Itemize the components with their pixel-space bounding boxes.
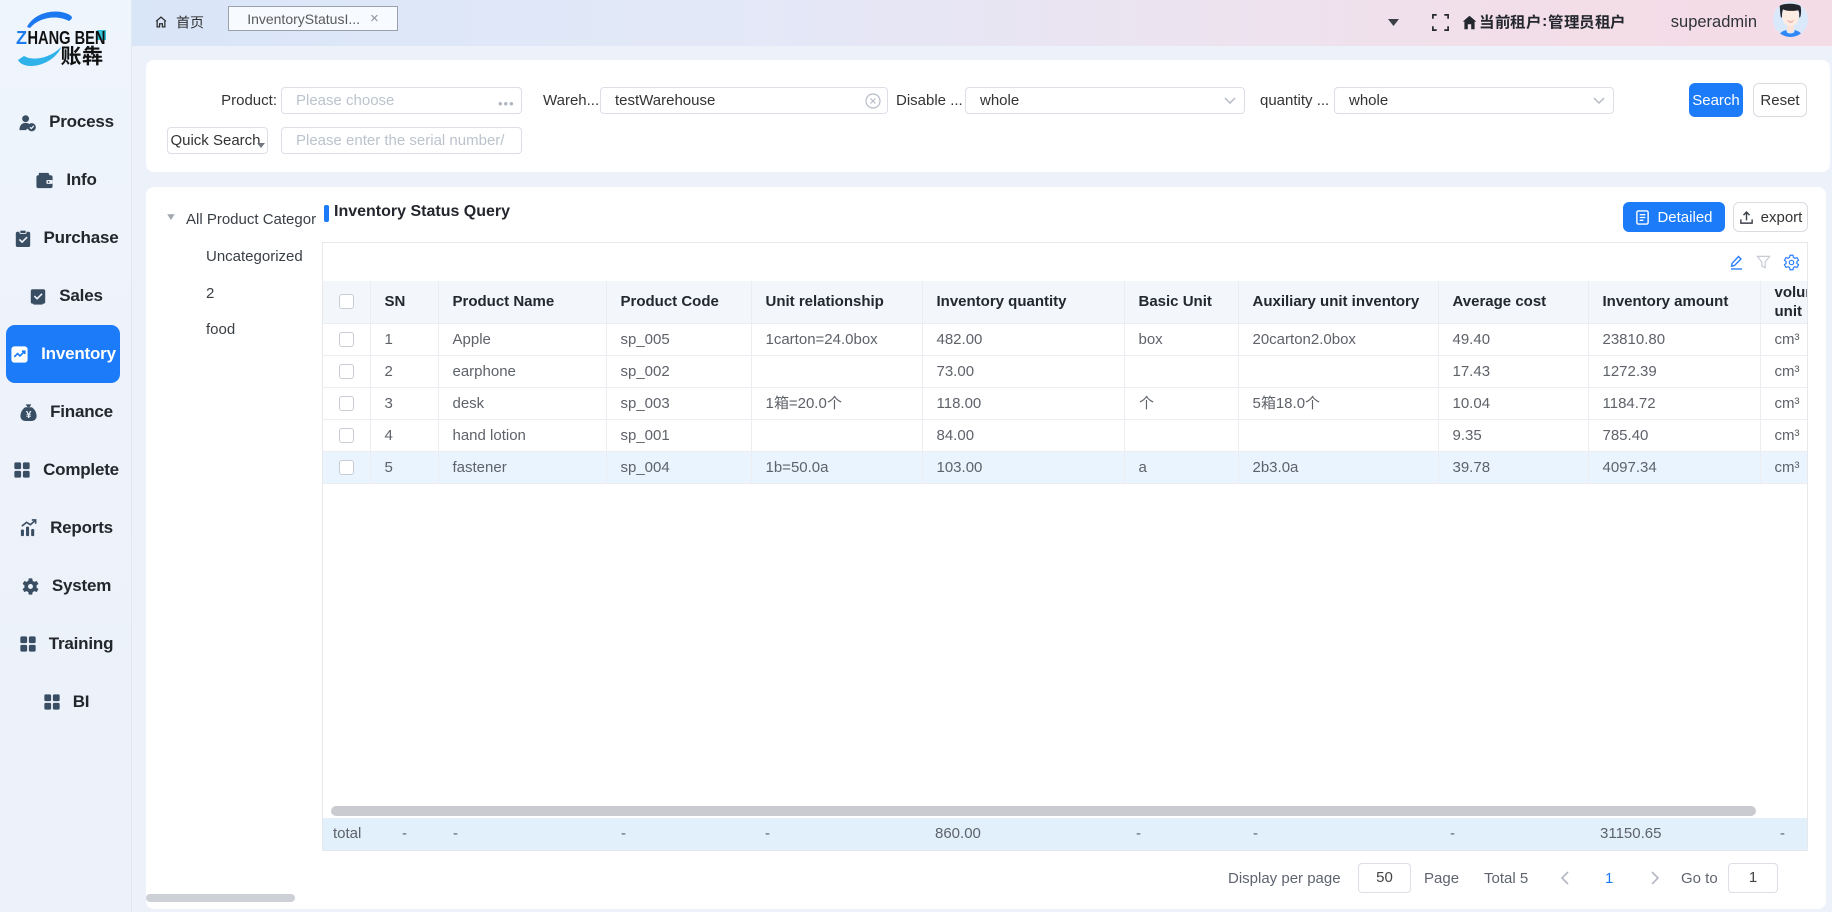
- svg-text:¥: ¥: [26, 410, 32, 421]
- svg-text:Z: Z: [16, 28, 27, 48]
- svg-text:HANG BEN: HANG BEN: [28, 28, 106, 48]
